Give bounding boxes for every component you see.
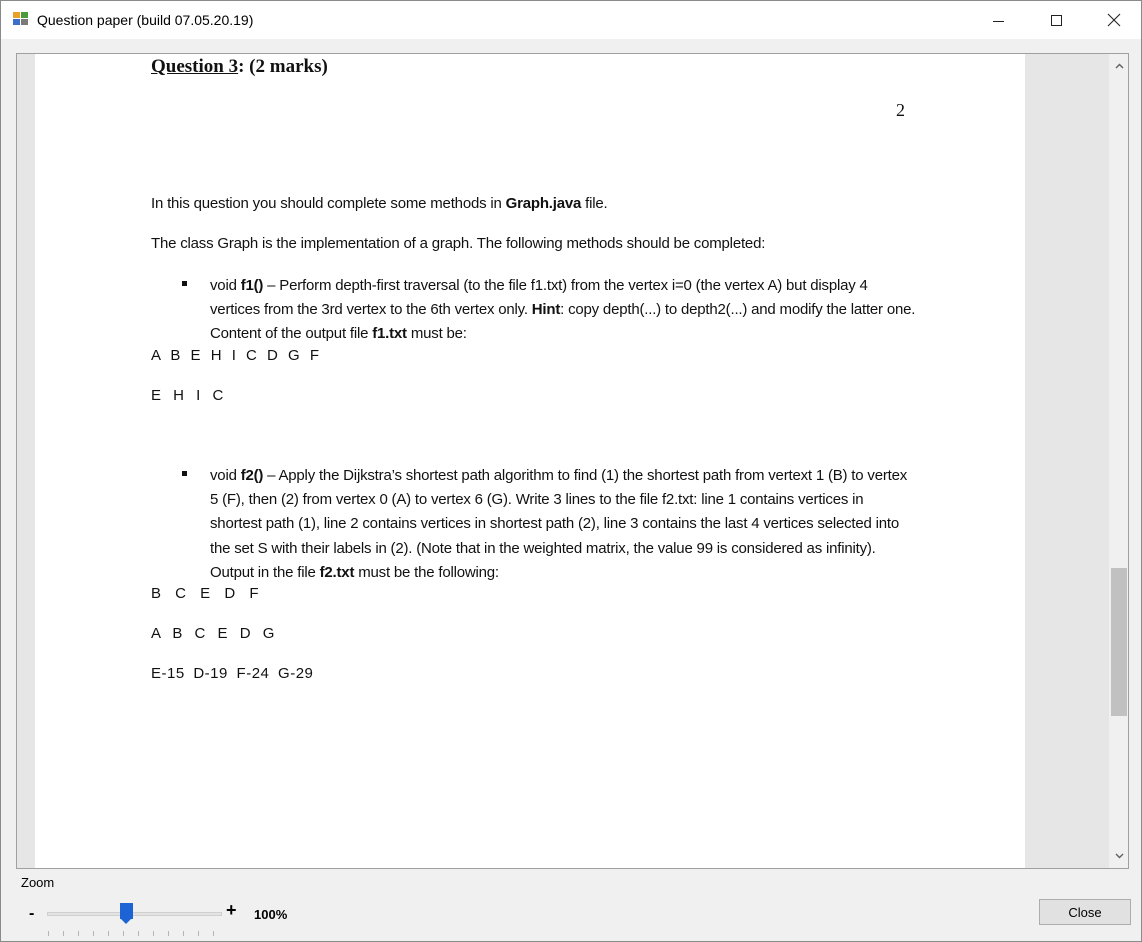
document-viewer[interactable]: Question 3: (2 marks) 2 In this question… (16, 53, 1129, 869)
question-heading: Question 3: (2 marks) (151, 56, 328, 78)
slider-tick (63, 931, 64, 936)
zoom-slider-ticks (48, 931, 223, 937)
f2-description: void f2() – Apply the Dijkstra’s shortes… (210, 467, 908, 581)
slider-tick (93, 931, 94, 936)
slider-tick (123, 931, 124, 936)
close-button[interactable]: Close (1039, 899, 1131, 925)
intro-line-2: The class Graph is the implementation of… (151, 235, 766, 252)
slider-tick (198, 931, 199, 936)
document-page: Question 3: (2 marks) 2 In this question… (35, 54, 1025, 868)
app-icon (13, 12, 29, 26)
f2-output-line-3: E-15 D-19 F-24 G-29 (151, 665, 314, 682)
page-number: 2 (896, 100, 905, 120)
slider-tick (48, 931, 49, 936)
title-bar: Question paper (build 07.05.20.19) (1, 1, 1141, 39)
slider-tick (108, 931, 109, 936)
chevron-up-icon (1115, 63, 1123, 69)
intro-line-1: In this question you should complete som… (151, 195, 608, 212)
bullet-icon (182, 471, 187, 476)
f1-description: void f1() – Perform depth-first traversa… (210, 277, 916, 343)
scroll-down-button[interactable] (1109, 846, 1128, 866)
bullet-icon (182, 281, 187, 286)
window-title: Question paper (build 07.05.20.19) (37, 12, 254, 28)
slider-tick (153, 931, 154, 936)
maximize-button[interactable] (1033, 1, 1079, 39)
zoom-value: 100% (254, 907, 288, 922)
minimize-icon (992, 20, 1004, 22)
chevron-down-icon (1115, 853, 1123, 859)
close-window-button[interactable] (1091, 1, 1137, 39)
f1-output-line-2: E H I C (151, 387, 228, 404)
question-marks: : (2 marks) (238, 56, 328, 77)
maximize-icon (1050, 14, 1062, 26)
zoom-out-button[interactable]: - (29, 905, 34, 923)
vertical-scrollbar[interactable] (1109, 54, 1128, 868)
minimize-button[interactable] (975, 1, 1021, 39)
zoom-slider-thumb[interactable] (119, 903, 133, 925)
scrollbar-thumb[interactable] (1111, 568, 1127, 716)
close-icon (1107, 13, 1121, 27)
zoom-in-button[interactable]: + (226, 900, 237, 921)
zoom-label: Zoom (21, 875, 55, 890)
slider-tick (78, 931, 79, 936)
slider-tick (183, 931, 184, 936)
question-heading-label: Question 3 (151, 56, 239, 77)
f2-output-line-2: A B C E D G (151, 625, 279, 642)
f2-output-line-1: B C E D F (151, 585, 264, 602)
f1-output-line-1: A B E H I C D G F (151, 347, 323, 364)
slider-tick (168, 931, 169, 936)
scroll-up-button[interactable] (1109, 56, 1128, 76)
slider-tick (213, 931, 214, 936)
app-window: Question paper (build 07.05.20.19) Quest… (0, 0, 1142, 942)
slider-tick (138, 931, 139, 936)
zoom-slider-track[interactable] (47, 912, 222, 916)
